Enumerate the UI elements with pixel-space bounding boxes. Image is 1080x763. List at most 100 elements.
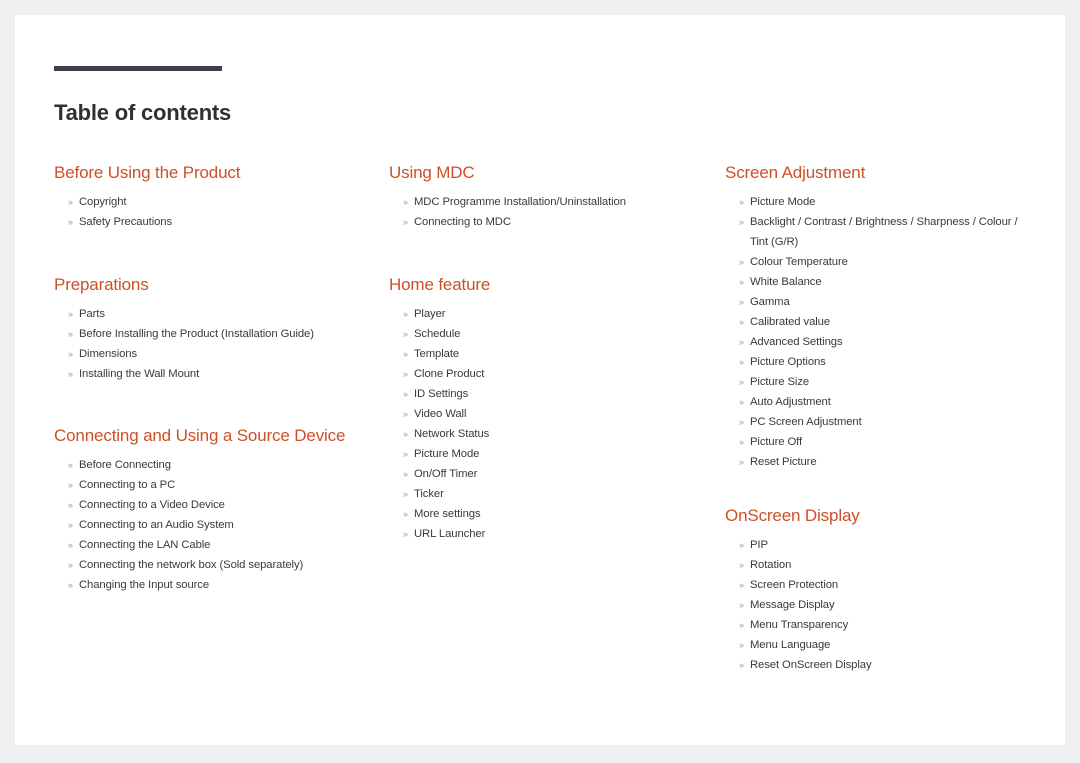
toc-entry-label: Installing the Wall Mount xyxy=(79,368,200,380)
toc-entry[interactable]: » Rotation xyxy=(725,555,1035,575)
toc-entry[interactable]: » URL Launcher xyxy=(389,524,719,544)
toc-entry[interactable]: » Picture Size xyxy=(725,372,1035,392)
double-chevron-icon: » xyxy=(739,397,744,407)
toc-entry[interactable]: » On/Off Timer xyxy=(389,464,719,484)
double-chevron-icon: » xyxy=(739,560,744,570)
toc-entry[interactable]: » Message Display xyxy=(725,595,1035,615)
toc-entry[interactable]: » Menu Transparency xyxy=(725,615,1035,635)
toc-entry[interactable]: » Picture Mode xyxy=(389,444,719,464)
toc-entry-label: Connecting the network box (Sold separat… xyxy=(79,559,304,571)
toc-section: Home feature » Player » Schedule » Template » Cl… xyxy=(389,275,719,544)
toc-entry-label: On/Off Timer xyxy=(414,468,478,480)
toc-entry[interactable]: » Menu Language xyxy=(725,635,1035,655)
toc-list: » Copyright » Safety Precautions xyxy=(54,192,384,232)
toc-entry-label: Connecting to MDC xyxy=(414,216,511,228)
toc-entry[interactable]: » Picture Mode xyxy=(725,192,1035,212)
toc-entry-label: Video Wall xyxy=(414,408,467,420)
toc-entry[interactable]: » Safety Precautions xyxy=(54,212,384,232)
toc-entry[interactable]: » Dimensions xyxy=(54,344,384,364)
toc-entry[interactable]: » Connecting to an Audio System xyxy=(54,515,384,535)
double-chevron-icon: » xyxy=(739,580,744,590)
toc-entry-label: Before Installing the Product (Installat… xyxy=(79,328,314,340)
double-chevron-icon: » xyxy=(739,317,744,327)
double-chevron-icon: » xyxy=(68,460,73,470)
toc-entry[interactable]: » ID Settings xyxy=(389,384,719,404)
toc-entry[interactable]: » Player xyxy=(389,304,719,324)
toc-entry[interactable]: » MDC Programme Installation/Uninstallati… xyxy=(389,192,719,212)
double-chevron-icon: » xyxy=(403,197,408,207)
double-chevron-icon: » xyxy=(403,449,408,459)
toc-entry-label: Message Display xyxy=(750,599,835,611)
toc-entry-label: Menu Transparency xyxy=(750,619,849,631)
toc-entry[interactable]: » Clone Product xyxy=(389,364,719,384)
toc-entry[interactable]: » Reset Picture xyxy=(725,452,1035,472)
toc-entry-label: Advanced Settings xyxy=(750,336,843,348)
double-chevron-icon: » xyxy=(739,337,744,347)
double-chevron-icon: » xyxy=(739,457,744,467)
toc-entry-label: Picture Mode xyxy=(414,448,480,460)
toc-entry[interactable]: » Parts xyxy=(54,304,384,324)
toc-entry[interactable]: » PC Screen Adjustment xyxy=(725,412,1035,432)
toc-entry-label: URL Launcher xyxy=(414,528,486,540)
toc-entry[interactable]: » Screen Protection xyxy=(725,575,1035,595)
toc-entry-label: ID Settings xyxy=(414,388,469,400)
toc-entry[interactable]: » Connecting to a Video Device xyxy=(54,495,384,515)
toc-entry[interactable]: » Backlight / Contrast / Brightness / Sha… xyxy=(725,212,1035,252)
toc-entry[interactable]: » Changing the Input source xyxy=(54,575,384,595)
toc-entry-label: Rotation xyxy=(750,559,792,571)
toc-entry[interactable]: » Advanced Settings xyxy=(725,332,1035,352)
toc-entry-label: Clone Product xyxy=(414,368,485,380)
toc-section-heading: Before Using the Product xyxy=(54,163,241,182)
toc-entry[interactable]: » Schedule xyxy=(389,324,719,344)
double-chevron-icon: » xyxy=(739,217,744,227)
toc-entry-label: Picture Options xyxy=(750,356,826,368)
double-chevron-icon: » xyxy=(739,437,744,447)
toc-entry[interactable]: » Picture Options xyxy=(725,352,1035,372)
toc-entry[interactable]: » Auto Adjustment xyxy=(725,392,1035,412)
toc-entry[interactable]: » White Balance xyxy=(725,272,1035,292)
toc-entry[interactable]: » Calibrated value xyxy=(725,312,1035,332)
toc-entry-label: Picture Size xyxy=(750,376,810,388)
document-page: Table of contents Before Using the Produ… xyxy=(15,15,1065,745)
double-chevron-icon: » xyxy=(403,489,408,499)
toc-entry[interactable]: » Colour Temperature xyxy=(725,252,1035,272)
page-title: Table of contents xyxy=(54,99,232,125)
toc-entry[interactable]: » Connecting to MDC xyxy=(389,212,719,232)
toc-section-heading: Preparations xyxy=(54,275,149,294)
double-chevron-icon: » xyxy=(403,349,408,359)
toc-entry[interactable]: » Connecting the network box (Sold separa… xyxy=(54,555,384,575)
toc-section-heading: Home feature xyxy=(389,275,491,294)
toc-entry-label: Picture Mode xyxy=(750,196,816,208)
double-chevron-icon: » xyxy=(403,529,408,539)
toc-entry[interactable]: » Before Connecting xyxy=(54,455,384,475)
toc-entry-label: Safety Precautions xyxy=(79,216,173,228)
toc-entry[interactable]: » Template xyxy=(389,344,719,364)
toc-list: » Player» Schedule» Template» Clone Product»… xyxy=(389,304,719,544)
toc-entry[interactable]: » Picture Off xyxy=(725,432,1035,452)
toc-entry[interactable]: » PIP xyxy=(725,535,1035,555)
toc-entry-label: Changing the Input source xyxy=(79,579,210,591)
toc-entry[interactable]: » Video Wall xyxy=(389,404,719,424)
toc-list: » Before Connecting » Connecting to a PC » Co… xyxy=(54,455,384,595)
toc-entry-label: Reset OnScreen Display xyxy=(750,659,872,671)
toc-entry-label: Connecting to a Video Device xyxy=(79,499,225,511)
toc-entry[interactable]: » Connecting the LAN Cable xyxy=(54,535,384,555)
toc-entry[interactable]: » Ticker xyxy=(389,484,719,504)
toc-entry-label: Screen Protection xyxy=(750,579,839,591)
double-chevron-icon: » xyxy=(68,580,73,590)
toc-entry[interactable]: » Reset OnScreen Display xyxy=(725,655,1035,675)
toc-entry[interactable]: » Copyright xyxy=(54,192,384,212)
toc-entry[interactable]: » Network Status xyxy=(389,424,719,444)
double-chevron-icon: » xyxy=(739,257,744,267)
toc-entry-label: Connecting to an Audio System xyxy=(79,519,234,531)
toc-entry[interactable]: » More settings xyxy=(389,504,719,524)
toc-entry-label: Connecting the LAN Cable xyxy=(79,539,211,551)
toc-entry-label: Player xyxy=(414,308,446,320)
toc-entry-label: Network Status xyxy=(414,428,490,440)
toc-entry[interactable]: » Installing the Wall Mount xyxy=(54,364,384,384)
toc-entry[interactable]: » Connecting to a PC xyxy=(54,475,384,495)
toc-entry[interactable]: » Gamma xyxy=(725,292,1035,312)
double-chevron-icon: » xyxy=(739,417,744,427)
double-chevron-icon: » xyxy=(739,600,744,610)
toc-entry[interactable]: » Before Installing the Product (Installa… xyxy=(54,324,384,344)
